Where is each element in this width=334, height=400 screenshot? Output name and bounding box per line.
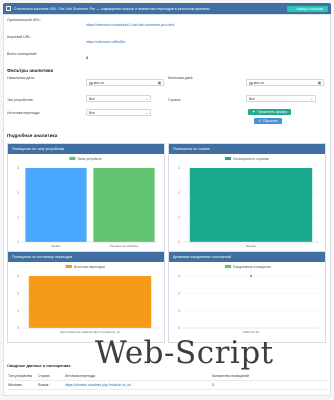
filter-icon: ▼: [252, 110, 256, 114]
country-chart: Посещения по странам 0 1 2 3 Russia: [178, 156, 319, 248]
column-header: Страна: [38, 374, 50, 378]
visits-summary-title: Сводные данные о посещениях: [7, 363, 71, 368]
chevron-down-icon: ⌄: [145, 110, 148, 115]
column-header: Количество посещений: [212, 374, 249, 378]
stats-icon: [6, 6, 11, 11]
y-tick-label: 2: [17, 191, 19, 195]
apply-filter-label: Применить фильтр: [257, 110, 288, 114]
short-url-link[interactable]: https://olemoni.ru/Bm5kt: [86, 40, 125, 44]
table-cell: 3: [212, 383, 214, 387]
y-tick-label: 1: [178, 309, 180, 313]
source-chart-card: Посещения по источнику переходов Источни…: [7, 251, 165, 343]
legend-swatch: [224, 264, 232, 269]
calendar-icon: ▦: [317, 80, 321, 85]
reset-filter-button[interactable]: ↺ Сбросить: [254, 118, 282, 124]
source-value: Все: [89, 110, 95, 115]
x-tick-label: 2025-02-19: [243, 330, 259, 334]
y-tick-label: 3: [17, 166, 19, 170]
chart-point: [249, 274, 253, 278]
device-chart: Типы устройств 0 1 2 3 Mobile Неизвестно (Mobi…: [17, 156, 158, 248]
table-cell: Russia: [38, 383, 49, 387]
chart-bar: [93, 168, 155, 242]
table-cell[interactable]: https://olemoni.ru/admin.php?module=ol_s…: [65, 383, 212, 387]
end-date-label: Конечная дата:: [168, 76, 194, 80]
column-header: Тип устройства: [8, 374, 33, 378]
table-header-row: Тип устройства Страна Источник перехода …: [8, 372, 328, 381]
y-tick-label: 2: [178, 191, 180, 195]
back-to-links-button[interactable]: ← Назад к ссылкам: [287, 5, 328, 12]
y-tick-label: 0: [17, 326, 19, 330]
device-chart-title: Посещения по типу устройства: [8, 144, 164, 154]
x-tick-label: Неизвестно (Mobile): [110, 244, 139, 248]
legend-label: Источник переходов: [74, 265, 105, 269]
legend-label: Типы устройств: [77, 157, 101, 161]
x-tick-label: Mobile: [51, 244, 60, 248]
end-date-value: дд.мм.гггг: [249, 80, 265, 85]
total-visits-label: Всего посещений:: [7, 52, 38, 56]
start-date-input[interactable]: дд.мм.гггг ▦: [86, 79, 164, 86]
source-chart-title: Посещения по источнику переходов: [8, 252, 164, 262]
column-header: Источник перехода: [65, 374, 96, 378]
chart-bar: [28, 276, 152, 328]
daily-chart-card: Динамика ежедневных посещений Ежедневные…: [168, 251, 326, 343]
x-tick-label: Russia: [246, 244, 256, 248]
legend-swatch: [224, 156, 232, 161]
visits-table: Тип устройства Страна Источник перехода …: [8, 372, 328, 390]
chevron-down-icon: ⌄: [310, 96, 313, 101]
country-label: Страна:: [168, 98, 182, 102]
y-tick-label: 2: [17, 292, 19, 296]
reset-filter-label: Сбросить: [262, 119, 278, 123]
source-label: Источник перехода:: [7, 111, 40, 115]
y-tick-label: 0: [17, 240, 19, 244]
window-header: Статистика коротких URL: Ole Link Shorte…: [3, 3, 331, 14]
total-visits-value: 3: [86, 56, 88, 60]
y-tick-label: 3: [178, 166, 180, 170]
calendar-icon: ▦: [157, 80, 161, 85]
short-url-label: Короткий URL:: [7, 35, 32, 39]
device-type-value: Все: [89, 96, 95, 101]
legend-swatch: [69, 156, 76, 161]
country-chart-title: Посещения по стране: [169, 144, 325, 154]
start-date-value: дд.мм.гггг: [89, 80, 105, 85]
watermark: Web-Script: [95, 335, 274, 371]
daily-chart: Ежедневные посещения 0 1 2 3 2025-02-19: [178, 264, 319, 334]
legend-label: Посещения по странам: [233, 157, 270, 161]
y-tick-label: 1: [17, 309, 19, 313]
legend-swatch: [65, 264, 72, 269]
page-title: Статистика коротких URL: Ole Link Shorte…: [14, 6, 210, 11]
device-type-label: Тип устройства:: [7, 98, 34, 102]
x-tick-label: https://olemoni.ru/admin.php?module=ol_s…: [60, 330, 120, 334]
device-chart-card: Посещения по типу устройства Типы устрой…: [7, 143, 165, 257]
device-type-select[interactable]: Все ⌄: [86, 95, 151, 102]
y-tick-label: 1: [17, 216, 19, 220]
start-date-label: Начальная дата:: [7, 76, 35, 80]
detailed-analytics-title: Подробная аналитика: [7, 133, 58, 138]
country-value: Все: [249, 96, 255, 101]
daily-chart-title: Динамика ежедневных посещений: [169, 252, 325, 262]
country-select[interactable]: Все ⌄: [246, 95, 316, 102]
reset-icon: ↺: [258, 119, 261, 123]
y-tick-label: 0: [178, 326, 180, 330]
table-row: Windows Russia https://olemoni.ru/admin.…: [8, 381, 328, 390]
chart-bar: [189, 168, 313, 242]
y-tick-label: 3: [178, 274, 180, 278]
table-cell: Windows: [8, 383, 22, 387]
country-chart-card: Посещения по стране Посещения по странам…: [168, 143, 326, 257]
original-url-link[interactable]: https://olemoni.ru/modules/1-ole-link-sh…: [86, 23, 174, 27]
source-select[interactable]: Все ⌄: [86, 109, 151, 116]
y-tick-label: 1: [178, 216, 180, 220]
filters-title: Фильтры аналитики: [7, 68, 54, 73]
chevron-down-icon: ⌄: [145, 96, 148, 101]
y-tick-label: 0: [178, 240, 180, 244]
chart-bar: [25, 168, 87, 242]
y-tick-label: 2: [178, 292, 180, 296]
original-url-label: Оригинальный URL:: [7, 18, 41, 22]
source-chart: Источник переходов 0 1 2 3 https://olemoni.ru…: [17, 264, 158, 334]
end-date-input[interactable]: дд.мм.гггг ▦: [246, 79, 324, 86]
legend-label: Ежедневные посещения: [233, 265, 271, 269]
apply-filter-button[interactable]: ▼ Применить фильтр: [248, 109, 292, 115]
y-tick-label: 3: [17, 274, 19, 278]
